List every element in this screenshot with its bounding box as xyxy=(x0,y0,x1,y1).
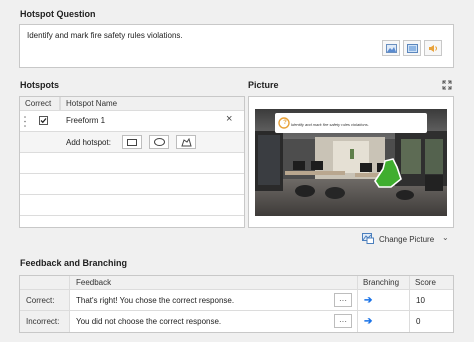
add-freeform-button[interactable] xyxy=(176,135,196,149)
picture-panel: ? Identify and mark fire safety rules vi… xyxy=(248,96,454,228)
feedback-row-label-correct: Correct: xyxy=(20,290,70,311)
drag-handle-icon[interactable] xyxy=(24,116,26,127)
video-icon xyxy=(406,43,418,53)
question-mark-icon: ? xyxy=(283,120,287,126)
hotspots-table: Correct Hotspot Name Freeform 1 × Add ho… xyxy=(19,96,245,228)
rectangle-icon xyxy=(127,138,137,146)
correct-checkbox[interactable] xyxy=(39,116,48,125)
branching-cell[interactable]: ➔ xyxy=(358,290,410,311)
table-row[interactable]: Freeform 1 × xyxy=(20,111,244,131)
insert-video-button[interactable] xyxy=(403,40,421,56)
picture-banner-text: Identify and mark fire safety rules viol… xyxy=(291,122,369,127)
feedback-row-label-incorrect: Incorrect: xyxy=(20,311,70,332)
add-ellipse-button[interactable] xyxy=(149,135,169,149)
freeform-icon xyxy=(180,137,192,146)
question-text[interactable]: Identify and mark fire safety rules viol… xyxy=(27,31,183,40)
feedback-section-title: Feedback and Branching xyxy=(20,258,128,268)
hotspot-name[interactable]: Freeform 1 xyxy=(66,116,105,125)
insert-image-button[interactable] xyxy=(382,40,400,56)
add-hotspot-label: Add hotspot: xyxy=(66,138,111,147)
question-section-title: Hotspot Question xyxy=(20,9,96,19)
arrow-right-icon[interactable]: ➔ xyxy=(364,295,372,306)
column-header-branching: Branching xyxy=(358,276,410,290)
question-text-box[interactable]: Identify and mark fire safety rules viol… xyxy=(19,24,454,68)
add-hotspot-row: Add hotspot: xyxy=(20,132,244,152)
branching-cell[interactable]: ➔ xyxy=(358,311,410,332)
audio-icon xyxy=(428,44,437,52)
feedback-table: Feedback Branching Score Correct: That's… xyxy=(19,275,454,333)
feedback-text-correct[interactable]: That's right! You chose the correct resp… xyxy=(70,290,358,311)
insert-audio-button[interactable] xyxy=(424,40,442,56)
column-header-score: Score xyxy=(410,276,453,290)
change-picture-icon[interactable] xyxy=(362,233,374,244)
expand-icon[interactable] xyxy=(442,80,452,90)
chevron-down-icon[interactable]: ⌄ xyxy=(442,233,449,242)
score-incorrect[interactable]: 0 xyxy=(410,311,453,332)
feedback-more-button[interactable]: ··· xyxy=(334,314,352,328)
remove-hotspot-icon[interactable]: × xyxy=(226,113,232,125)
arrow-right-icon[interactable]: ➔ xyxy=(364,316,372,327)
feedback-text-incorrect[interactable]: You did not choose the correct response. xyxy=(70,311,358,332)
picture-section-title: Picture xyxy=(248,80,279,90)
score-correct[interactable]: 10 xyxy=(410,290,453,311)
image-icon xyxy=(385,43,397,53)
ellipse-icon xyxy=(153,138,165,146)
column-header-hotspot-name: Hotspot Name xyxy=(60,97,244,111)
column-header-correct: Correct xyxy=(20,97,60,111)
checkmark-icon xyxy=(40,118,47,124)
hotspots-section-title: Hotspots xyxy=(20,80,59,90)
feedback-more-button[interactable]: ··· xyxy=(334,293,352,307)
column-header-feedback: Feedback xyxy=(70,276,358,290)
add-rectangle-button[interactable] xyxy=(122,135,142,149)
change-picture-button[interactable]: Change Picture xyxy=(379,235,434,244)
